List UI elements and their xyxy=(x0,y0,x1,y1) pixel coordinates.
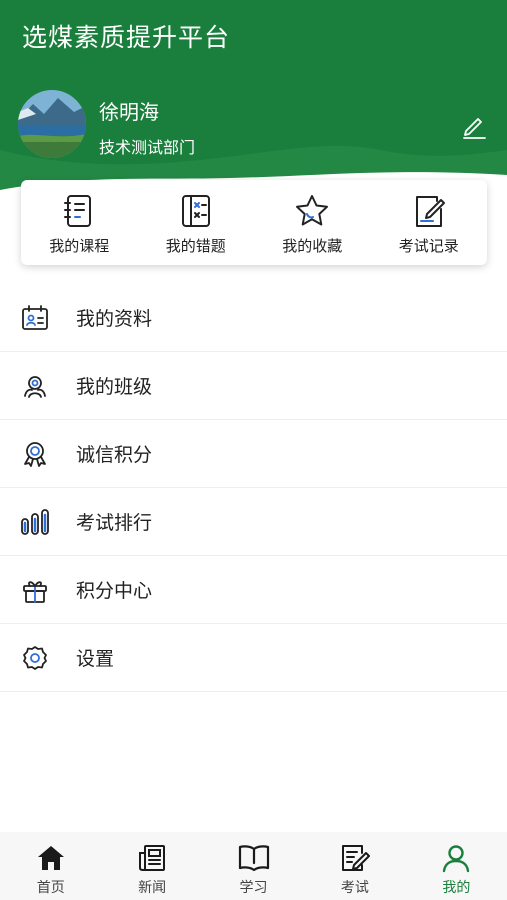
award-badge-icon xyxy=(20,439,50,469)
menu-item-label: 考试排行 xyxy=(76,512,153,534)
tab-label: 我的 xyxy=(442,880,471,896)
tab-study[interactable]: 学习 xyxy=(203,832,304,900)
home-icon xyxy=(35,842,67,874)
menu-item-label: 诚信积分 xyxy=(76,444,153,466)
my-favorites-button[interactable]: 我的收藏 xyxy=(254,180,371,265)
user-icon xyxy=(440,842,472,874)
exam-icon xyxy=(339,842,371,874)
gift-icon xyxy=(20,575,50,605)
tab-label: 学习 xyxy=(239,880,268,896)
class-group-icon xyxy=(20,371,50,401)
user-department: 技术测试部门 xyxy=(99,138,196,157)
menu-item-my-profile[interactable]: 我的资料 xyxy=(0,284,507,352)
wrong-questions-icon xyxy=(177,192,215,230)
menu-item-label: 我的资料 xyxy=(76,308,153,330)
menu-item-label: 我的班级 xyxy=(76,376,153,398)
exam-records-button[interactable]: 考试记录 xyxy=(371,180,488,265)
star-icon xyxy=(293,192,331,230)
news-icon xyxy=(136,842,168,874)
menu-item-exam-ranking[interactable]: 考试排行 xyxy=(0,488,507,556)
profile-card-icon xyxy=(20,303,50,333)
tab-label: 考试 xyxy=(340,880,369,896)
menu-item-settings[interactable]: 设置 xyxy=(0,624,507,692)
tab-news[interactable]: 新闻 xyxy=(101,832,202,900)
menu-item-credit-points[interactable]: 诚信积分 xyxy=(0,420,507,488)
edit-profile-button[interactable] xyxy=(458,110,490,142)
exam-record-icon xyxy=(410,192,448,230)
avatar[interactable] xyxy=(18,90,86,158)
quick-actions-card: 我的课程 我的错题 我的收藏 考试记录 xyxy=(21,180,487,265)
tab-label: 新闻 xyxy=(138,880,167,896)
menu-item-label: 积分中心 xyxy=(76,580,153,602)
menu-item-points-center[interactable]: 积分中心 xyxy=(0,556,507,624)
edit-pencil-icon xyxy=(463,118,486,139)
ranking-bars-icon xyxy=(20,507,50,537)
bottom-tab-bar: 首页 新闻 学习 考试 我的 xyxy=(0,832,507,900)
profile-menu-list: 我的资料 我的班级 诚信积分 考试排行 积分中心 设置 xyxy=(0,284,507,692)
tab-home[interactable]: 首页 xyxy=(0,832,101,900)
my-courses-button[interactable]: 我的课程 xyxy=(21,180,138,265)
tab-mine[interactable]: 我的 xyxy=(406,832,507,900)
menu-item-label: 设置 xyxy=(76,648,115,670)
user-name: 徐明海 xyxy=(99,100,159,124)
settings-gear-icon xyxy=(20,643,50,673)
course-book-icon xyxy=(60,192,98,230)
app-title: 选煤素质提升平台 xyxy=(22,23,231,52)
tab-label: 首页 xyxy=(36,880,65,896)
study-book-icon xyxy=(238,842,270,874)
quick-action-label: 我的课程 xyxy=(49,237,110,255)
quick-action-label: 我的错题 xyxy=(165,237,226,255)
quick-action-label: 考试记录 xyxy=(398,237,459,255)
tab-exam[interactable]: 考试 xyxy=(304,832,405,900)
my-wrong-questions-button[interactable]: 我的错题 xyxy=(138,180,255,265)
quick-action-label: 我的收藏 xyxy=(282,237,343,255)
menu-item-my-class[interactable]: 我的班级 xyxy=(0,352,507,420)
